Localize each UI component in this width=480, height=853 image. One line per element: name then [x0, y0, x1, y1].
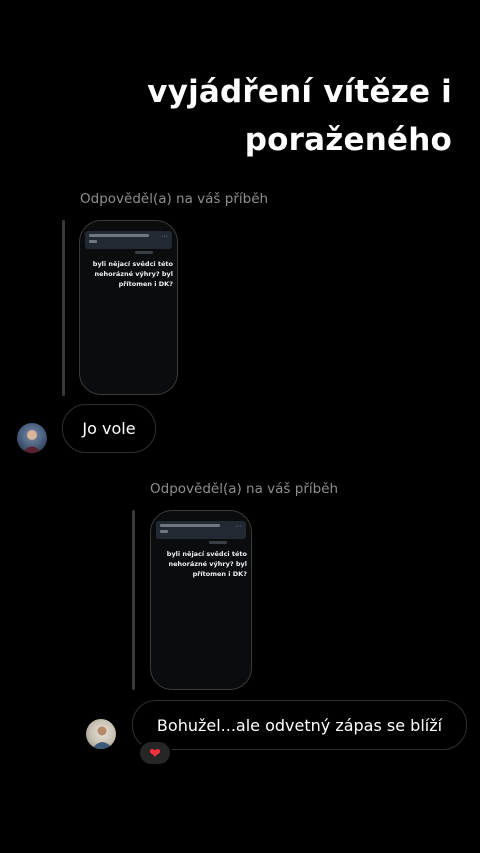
overlay-caption: vyjádření vítěze i poraženého [147, 68, 452, 164]
more-icon: ··· [235, 523, 242, 530]
message-bubble[interactable]: Bohužel...ale odvetný zápas se blíží [132, 700, 467, 750]
story-reply-label: Odpověděl(a) na váš příběh [150, 481, 339, 497]
reply-quote-bar [132, 510, 135, 690]
story-shared-post: ··· [156, 521, 246, 539]
sender-avatar[interactable] [86, 719, 116, 749]
story-thumbnail[interactable]: ··· byli nějací svědci této nehorázné vý… [79, 220, 178, 395]
story-reply-label: Odpověděl(a) na váš příběh [80, 191, 269, 207]
red-heart-icon[interactable]: ❤ [138, 740, 172, 766]
story-thumbnail[interactable]: ··· byli nějací svědci této nehorázné vý… [150, 510, 252, 690]
reply-quote-bar [62, 220, 65, 396]
caption-line-2: poraženého [244, 122, 452, 158]
story-shared-post: ··· [85, 231, 172, 249]
story-text: byli nějací svědci této nehorázné výhry?… [166, 550, 247, 578]
story-text: byli nějací svědci této nehorázné výhry?… [92, 260, 173, 288]
caption-line-1: vyjádření vítěze i [147, 74, 452, 110]
profile-photo-icon [22, 430, 42, 453]
chat-screen: vyjádření vítěze i poraženého Odpověděl(… [0, 0, 480, 853]
message-bubble[interactable]: Jo vole [62, 404, 156, 453]
more-icon: ··· [161, 233, 168, 240]
profile-photo-icon [92, 726, 113, 749]
sender-avatar[interactable] [17, 423, 47, 453]
